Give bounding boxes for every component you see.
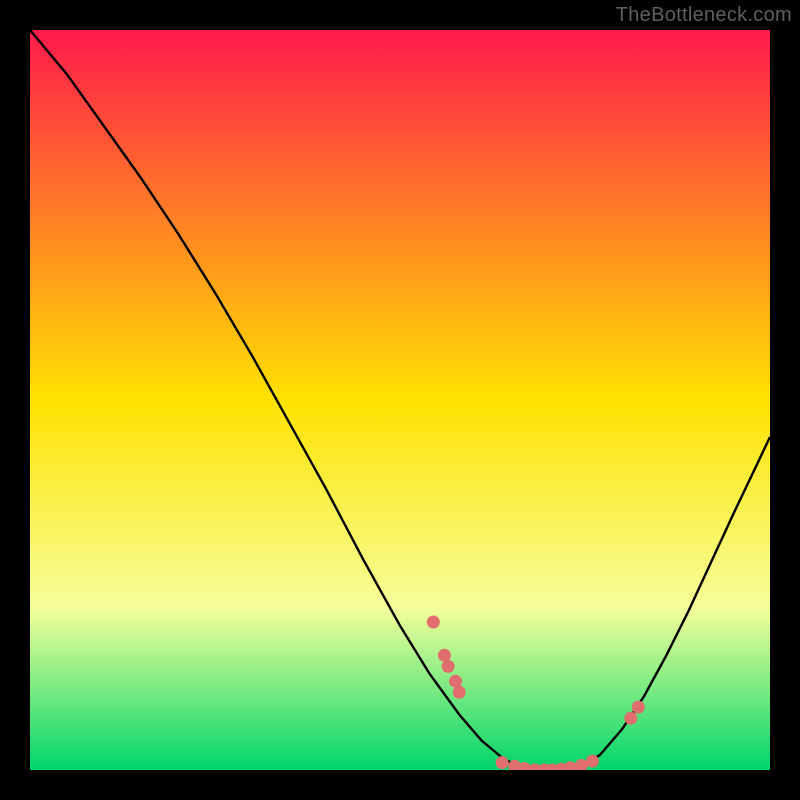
marker-dot (449, 675, 462, 688)
marker-dot (453, 686, 466, 699)
marker-dot (496, 756, 509, 769)
marker-dot (442, 660, 455, 673)
marker-dot (427, 616, 440, 629)
chart-svg (30, 30, 770, 770)
brand-watermark: TheBottleneck.com (616, 4, 792, 27)
marker-dot (624, 712, 637, 725)
chart-frame (30, 30, 770, 770)
heat-gradient (30, 30, 770, 770)
marker-dot (586, 755, 599, 768)
marker-dot (632, 701, 645, 714)
marker-dot (438, 649, 451, 662)
